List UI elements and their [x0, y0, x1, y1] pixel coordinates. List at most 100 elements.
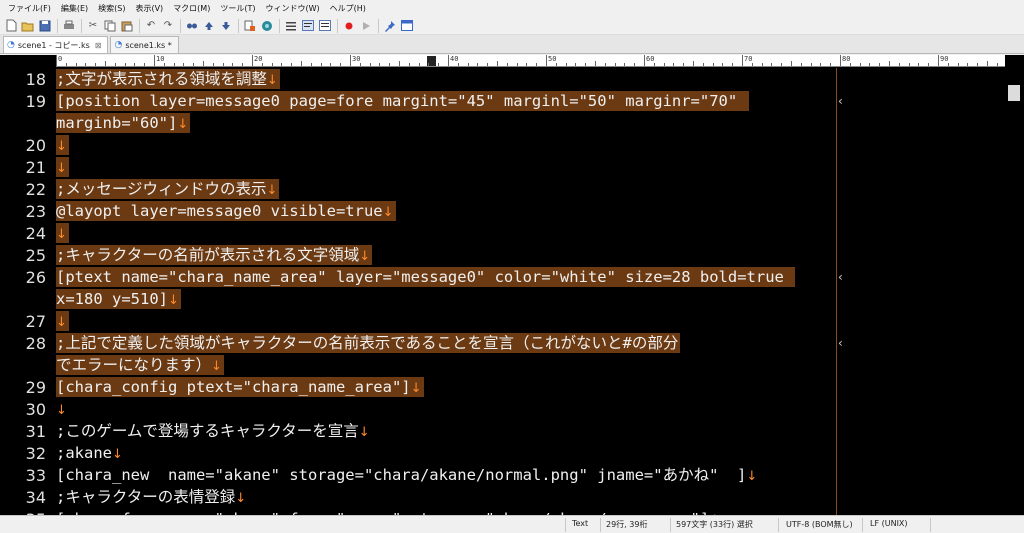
tab-scene1-copy[interactable]: ◔ scene1 - コピー.ks ⊠ [3, 36, 109, 53]
status-line-ending[interactable]: LF (UNIX) [870, 519, 908, 528]
ruler-tick [203, 61, 204, 66]
code-line[interactable]: 34 ;キャラクターの表情登録↓ [0, 486, 1005, 508]
line-text[interactable]: ↓ [56, 223, 69, 243]
pin-icon[interactable] [383, 19, 397, 33]
line-text[interactable]: [chara_new name="akane" storage="chara/a… [56, 465, 757, 485]
code-line[interactable]: 33 [chara_new name="akane" storage="chara… [0, 464, 1005, 486]
ruler-tick [487, 63, 489, 66]
print-icon[interactable] [62, 19, 76, 33]
window-icon[interactable] [400, 19, 414, 33]
menu-search[interactable]: 検索(S) [98, 3, 125, 14]
code-lines[interactable]: 18 ;文字が表示される領域を調整↓ 19 [position layer=messa… [0, 68, 1005, 515]
open-folder-icon[interactable] [21, 19, 35, 33]
status-encoding[interactable]: UTF-8 (BOM無し) [786, 519, 853, 530]
find-next-icon[interactable] [219, 19, 233, 33]
find-icon[interactable] [185, 19, 199, 33]
code-line[interactable]: 28 ;上記で定義した領域がキャラクターの名前表示であることを宣言（これがないと#… [0, 332, 1005, 354]
wrap-off-icon[interactable] [284, 19, 298, 33]
ruler-tick [928, 63, 930, 66]
code-line[interactable]: 30 ↓ [0, 398, 1005, 420]
menu-edit[interactable]: 編集(E) [61, 3, 88, 14]
line-text[interactable]: ;このゲームで登場するキャラクターを宣言↓ [56, 421, 370, 441]
vertical-scrollbar[interactable] [1005, 55, 1024, 515]
line-text[interactable]: [ptext name="chara_name_area" layer="mes… [56, 267, 796, 287]
line-content: でエラーになります） [56, 356, 212, 374]
code-line[interactable]: 35[chara_face name="akane" face="angry" … [0, 508, 1005, 516]
ruler-tick [918, 63, 920, 66]
ruler-label: 70 [744, 55, 753, 63]
code-line[interactable]: 26 [ptext name="chara_name_area" layer="m… [0, 266, 1005, 288]
code-line[interactable]: 27 ↓ [0, 310, 1005, 332]
ruler-tick [791, 61, 792, 66]
undo-icon[interactable]: ↶ [144, 19, 158, 33]
paste-icon[interactable] [120, 19, 134, 33]
line-text[interactable]: ;メッセージウィンドウの表示↓ [56, 179, 280, 199]
menu-view[interactable]: 表示(V) [135, 3, 163, 14]
play-macro-icon[interactable] [359, 19, 373, 33]
menu-help[interactable]: ヘルプ(H) [330, 3, 366, 14]
replace-icon[interactable] [243, 19, 257, 33]
status-separator [600, 518, 601, 532]
ruler-tick [604, 63, 606, 66]
line-text[interactable]: ↓ [56, 157, 69, 177]
code-line[interactable]: 23 @layopt layer=message0 visible=true↓ [0, 200, 1005, 222]
tab-scene1[interactable]: ◔ scene1.ks * [110, 36, 179, 53]
line-text[interactable]: ↓ [56, 399, 67, 419]
ruler-tick [889, 61, 890, 66]
code-line[interactable]: 25 ;キャラクターの名前が表示される文字領域↓ [0, 244, 1005, 266]
record-macro-icon[interactable] [342, 19, 356, 33]
code-line[interactable]: 22 ;メッセージウィンドウの表示↓ [0, 178, 1005, 200]
ruler-tick [330, 63, 332, 66]
ruler-tick [310, 63, 312, 66]
code-line[interactable]: 31 ;このゲームで登場するキャラクターを宣言↓ [0, 420, 1005, 442]
menu-file[interactable]: ファイル(F) [8, 3, 51, 14]
wrap-window-icon[interactable] [301, 19, 315, 33]
line-text[interactable]: ;キャラクターの名前が表示される文字領域↓ [56, 245, 373, 265]
line-text[interactable]: ↓ [56, 135, 69, 155]
new-file-icon[interactable] [4, 19, 18, 33]
code-line[interactable]: でエラーになります）↓ [0, 354, 1005, 376]
line-text[interactable]: ;キャラクターの表情登録↓ [56, 487, 246, 507]
toolbar: ✂ ↶ ↷ [0, 17, 1024, 35]
line-text[interactable]: @layopt layer=message0 visible=true↓ [56, 201, 396, 221]
wrap-column-icon[interactable] [318, 19, 332, 33]
menu-macro[interactable]: マクロ(M) [173, 3, 210, 14]
line-text[interactable]: [chara_config ptext="chara_name_area"]↓ [56, 377, 424, 397]
line-text[interactable]: ;文字が表示される領域を調整↓ [56, 69, 280, 89]
ruler-tick [320, 63, 322, 66]
line-text[interactable]: ;上記で定義した領域がキャラクターの名前表示であることを宣言（これがないと#の部… [56, 333, 681, 353]
code-line[interactable]: 19 [position layer=message0 page=fore mar… [0, 90, 1005, 112]
code-line[interactable]: x=180 y=510]↓ [0, 288, 1005, 310]
line-text[interactable]: ↓ [56, 311, 69, 331]
ruler-label: 30 [352, 55, 361, 63]
line-text[interactable]: でエラーになります）↓ [56, 355, 224, 375]
code-line[interactable]: 18 ;文字が表示される領域を調整↓ [0, 68, 1005, 90]
grep-icon[interactable] [260, 19, 274, 33]
ruler-tick [134, 63, 136, 66]
close-icon[interactable]: ⊠ [95, 41, 102, 50]
save-icon[interactable] [38, 19, 52, 33]
scrollbar-thumb[interactable] [1008, 85, 1020, 101]
find-prev-icon[interactable] [202, 19, 216, 33]
cut-icon[interactable]: ✂ [86, 19, 100, 33]
menu-tools[interactable]: ツール(T) [220, 3, 255, 14]
code-line[interactable]: 29 [chara_config ptext="chara_name_area"]… [0, 376, 1005, 398]
code-line[interactable]: 21 ↓ [0, 156, 1005, 178]
copy-icon[interactable] [103, 19, 117, 33]
newline-mark-icon: ↓ [410, 381, 422, 396]
menu-window[interactable]: ウィンドウ(W) [265, 3, 319, 14]
editor-area[interactable]: 0 10 20 30 40 50 60 70 80 90 18 ;文字が表示される領域を調整↓ 19[… [0, 55, 1024, 515]
code-line[interactable]: 20 ↓ [0, 134, 1005, 156]
line-text[interactable]: [position layer=message0 page=fore margi… [56, 91, 749, 111]
column-ruler: 0 10 20 30 40 50 60 70 80 90 [56, 55, 1005, 67]
line-text[interactable]: x=180 y=510]↓ [56, 289, 181, 309]
redo-icon[interactable]: ↷ [161, 19, 175, 33]
code-line[interactable]: 24 ↓ [0, 222, 1005, 244]
line-text[interactable]: marginb="60"]↓ [56, 113, 191, 133]
line-content: [ptext name="chara_name_area" layer="mes… [56, 268, 794, 286]
code-line[interactable]: marginb="60"]↓ [0, 112, 1005, 134]
status-separator [930, 518, 931, 532]
code-line[interactable]: 32 ;akane↓ [0, 442, 1005, 464]
ruler-tick [369, 63, 371, 66]
line-text[interactable]: ;akane↓ [56, 443, 123, 463]
